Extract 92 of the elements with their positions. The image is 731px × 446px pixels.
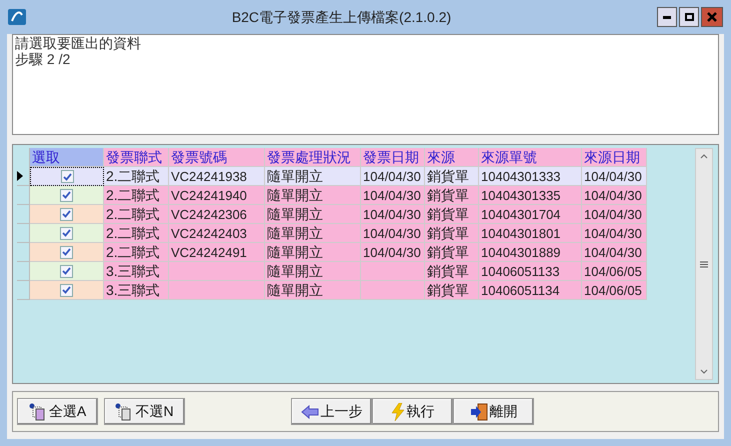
current-row-icon xyxy=(17,171,23,181)
checkbox-cell[interactable] xyxy=(30,167,104,186)
table-cell: 隨單開立 xyxy=(265,262,361,281)
table-cell: 2.二聯式 xyxy=(104,186,169,205)
window-title: B2C電子發票產生上傳檔案(2.1.0.2) xyxy=(230,8,452,27)
table-cell: 3.三聯式 xyxy=(104,262,169,281)
check-icon xyxy=(62,286,71,294)
table-cell: 2.二聯式 xyxy=(104,167,169,186)
minimize-button[interactable] xyxy=(657,7,677,27)
table-cell: 104/04/30 xyxy=(582,243,647,262)
row-checkbox[interactable] xyxy=(60,170,74,183)
table-cell: VC24242306 xyxy=(169,205,265,224)
table-cell: 104/04/30 xyxy=(361,205,425,224)
column-header[interactable]: 發票處理狀況 xyxy=(265,148,361,167)
pages-icon xyxy=(115,402,134,420)
table-cell: 隨單開立 xyxy=(265,186,361,205)
minimize-icon xyxy=(663,16,671,18)
table-cell: 2.二聯式 xyxy=(104,243,169,262)
exit-button[interactable]: 離開 xyxy=(453,398,534,425)
table-cell: 10406051133 xyxy=(479,262,582,281)
table-cell: 銷貨單 xyxy=(425,262,479,281)
table-cell: 104/04/30 xyxy=(582,205,647,224)
close-icon xyxy=(707,12,717,22)
table-cell: 104/04/30 xyxy=(361,243,425,262)
table-cell: 104/06/05 xyxy=(582,281,647,300)
table-cell: 隨單開立 xyxy=(265,243,361,262)
lightning-icon xyxy=(390,402,404,420)
check-icon xyxy=(62,191,71,199)
table-cell xyxy=(361,281,425,300)
row-checkbox[interactable] xyxy=(60,188,73,202)
table-cell: VC24241940 xyxy=(169,186,265,205)
back-button[interactable]: 上一步 xyxy=(291,398,372,425)
row-checkbox[interactable] xyxy=(60,226,73,240)
door-exit-icon xyxy=(470,402,488,420)
check-icon xyxy=(62,210,71,218)
table-cell: 104/04/30 xyxy=(361,224,425,243)
table-cell: 隨單開立 xyxy=(265,167,361,186)
run-button[interactable]: 執行 xyxy=(372,398,453,425)
check-icon xyxy=(62,172,72,180)
row-checkbox[interactable] xyxy=(60,264,73,278)
check-icon xyxy=(62,267,71,275)
message-text: 步驟 2 /2 xyxy=(15,51,72,67)
table-cell: 10404301801 xyxy=(479,224,582,243)
table-cell: 10406051134 xyxy=(479,281,582,300)
table-cell: 3.三聯式 xyxy=(104,281,169,300)
row-checkbox[interactable] xyxy=(60,208,73,220)
scroll-thumb-grip-icon xyxy=(700,260,708,268)
arrow-left-icon xyxy=(300,404,318,418)
table-cell: 2.二聯式 xyxy=(104,205,169,224)
table-cell: 10404301333 xyxy=(479,167,582,186)
app-icon xyxy=(8,9,26,25)
check-icon xyxy=(62,248,71,256)
table-cell: 銷貨單 xyxy=(425,205,479,224)
table-cell: 10404301704 xyxy=(479,205,582,224)
column-header[interactable]: 發票聯式 xyxy=(104,148,169,167)
table-cell: 銷貨單 xyxy=(425,224,479,243)
column-header[interactable]: 來源 xyxy=(425,148,479,167)
close-button[interactable] xyxy=(701,7,723,27)
scrollbar[interactable] xyxy=(695,148,713,380)
table-cell: VC24242491 xyxy=(169,243,265,262)
table-cell: VC24241938 xyxy=(169,167,265,186)
table-cell: VC24242403 xyxy=(169,224,265,243)
row-indicator[interactable] xyxy=(17,167,30,186)
table-cell: 104/06/05 xyxy=(582,262,647,281)
table-cell: 隨單開立 xyxy=(265,281,361,300)
row-checkbox[interactable] xyxy=(60,284,73,296)
table-cell: 2.二聯式 xyxy=(104,224,169,243)
table-cell: 10404301335 xyxy=(479,186,582,205)
table-cell: 104/04/30 xyxy=(582,186,647,205)
row-checkbox[interactable] xyxy=(60,246,73,258)
maximize-button[interactable] xyxy=(679,7,699,27)
column-header[interactable]: 發票日期 xyxy=(361,148,425,167)
table-cell: 銷貨單 xyxy=(425,281,479,300)
column-header[interactable]: 選取 xyxy=(30,148,104,167)
table-cell: 104/04/30 xyxy=(582,167,647,186)
table-cell: 銷貨單 xyxy=(425,186,479,205)
column-header[interactable]: 發票號碼 xyxy=(169,148,265,167)
table-cell: 銷貨單 xyxy=(425,167,479,186)
check-icon xyxy=(62,229,71,237)
table-cell: 104/04/30 xyxy=(361,186,425,205)
pages-icon xyxy=(28,402,47,420)
table-cell: 104/04/30 xyxy=(361,167,425,186)
column-header[interactable]: 來源單號 xyxy=(479,148,582,167)
column-header[interactable]: 來源日期 xyxy=(582,148,647,167)
table-cell: 隨單開立 xyxy=(265,224,361,243)
table-cell: 104/04/30 xyxy=(582,224,647,243)
table-cell: 10404301889 xyxy=(479,243,582,262)
message-text: 請選取要匯出的資料 xyxy=(15,35,142,51)
maximize-icon xyxy=(684,13,694,21)
table-cell: 隨單開立 xyxy=(265,205,361,224)
table-cell: 銷貨單 xyxy=(425,243,479,262)
table-cell xyxy=(361,262,425,281)
